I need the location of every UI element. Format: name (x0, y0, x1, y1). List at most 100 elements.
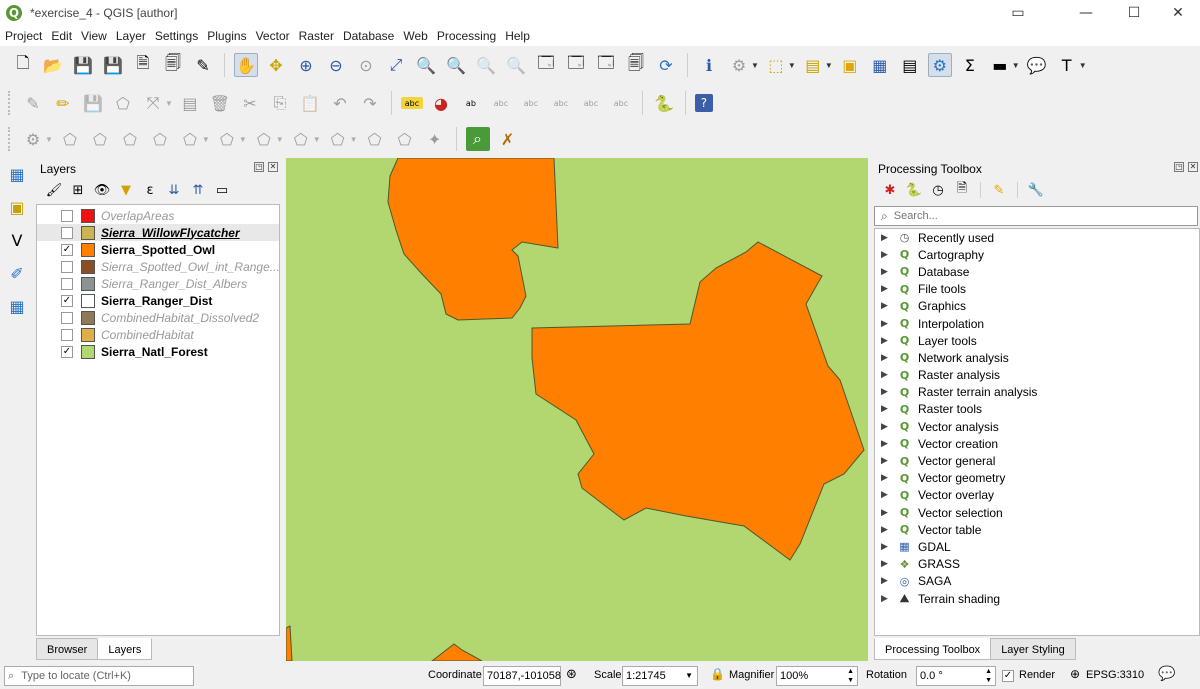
layer-symbol-swatch[interactable] (81, 327, 95, 342)
pan-map-icon[interactable]: ✋ (234, 53, 258, 77)
reverse-line-icon[interactable]: ⬠ (393, 127, 417, 151)
label-toolbar-icon[interactable]: abc (400, 97, 423, 109)
expand-arrow-icon[interactable]: ▶ (881, 370, 888, 380)
expand-arrow-icon[interactable]: ▶ (881, 319, 888, 329)
scale-dropdown-icon[interactable]: ▼ (685, 667, 693, 685)
filter-legend-icon[interactable]: ▼ (117, 181, 135, 199)
tab-processing-toolbox[interactable]: Processing Toolbox (874, 638, 992, 660)
menu-web[interactable]: Web (399, 29, 431, 43)
zoom-out-icon[interactable]: ⊖ (324, 53, 348, 77)
layer-row[interactable]: CombinedHabitat (37, 326, 279, 343)
merge-attributes-icon[interactable]: ⬠ (289, 127, 313, 151)
scripts-icon[interactable]: 🐍 (905, 181, 923, 199)
toolbox-provider-item[interactable]: ▶ Q Interpolation (875, 315, 1199, 332)
toolbox-provider-item[interactable]: ▶ Q Layer tools (875, 332, 1199, 349)
expand-arrow-icon[interactable]: ▶ (881, 542, 888, 552)
layer-row[interactable]: OverlapAreas (37, 207, 279, 224)
menu-raster[interactable]: Raster (295, 29, 338, 43)
layer-symbol-swatch[interactable] (81, 208, 95, 223)
toolbox-provider-item[interactable]: ▶ Q Vector overlay (875, 487, 1199, 504)
expand-arrow-icon[interactable]: ▶ (881, 473, 888, 483)
style-layers-icon[interactable]: 🖌 (45, 181, 63, 199)
expand-all-icon[interactable]: ⇊ (165, 181, 183, 199)
add-vector-layer-icon[interactable]: V (5, 228, 29, 252)
offset-point-symbols-icon[interactable]: ⬠ (363, 127, 387, 151)
offset-curve-icon[interactable]: ⬠ (148, 127, 172, 151)
toolbox-provider-item[interactable]: ▶ Q Vector geometry (875, 470, 1199, 487)
layer-row[interactable]: Sierra_WillowFlycatcher (37, 224, 279, 241)
pan-to-selection-icon[interactable]: ✥ (264, 53, 288, 77)
processing-search[interactable]: ⌕ (874, 206, 1198, 226)
magnifier-spin[interactable]: 100% ▲ ▼ (776, 666, 858, 686)
close-button[interactable]: ✕ (1158, 0, 1198, 26)
highlight-pinned-labels-icon[interactable]: ab (459, 91, 483, 115)
help-contents-icon[interactable]: ? (694, 94, 713, 112)
toolbox-provider-item[interactable]: ▶ Q Vector table (875, 521, 1199, 538)
menu-layer[interactable]: Layer (112, 29, 150, 43)
toolbox-provider-item[interactable]: ▶ Q Network analysis (875, 349, 1199, 366)
coordinate-field[interactable]: 70187,-101058 (483, 666, 561, 686)
toolbox-provider-item[interactable]: ▶ Q Vector analysis (875, 418, 1199, 435)
refresh-icon[interactable]: ⟳ (654, 53, 678, 77)
toolbox-provider-item[interactable]: ▶ Q Vector general (875, 452, 1199, 469)
layer-row[interactable]: Sierra_Ranger_Dist_Albers (37, 275, 279, 292)
add-ring-icon[interactable]: ⚙ (21, 127, 45, 151)
sum-icon[interactable]: Σ (958, 53, 982, 77)
copy-features-icon[interactable]: ⎘ (268, 91, 292, 115)
split-parts-icon[interactable]: ⬠ (215, 127, 239, 151)
layer-symbol-swatch[interactable] (81, 344, 95, 359)
expand-arrow-icon[interactable]: ▶ (881, 387, 888, 397)
layer-row[interactable]: ✓ Sierra_Ranger_Dist (37, 292, 279, 309)
menu-settings[interactable]: Settings (151, 29, 202, 43)
new-map-view-icon[interactable]: 🗔 (534, 53, 558, 77)
layer-row[interactable]: ✓ Sierra_Natl_Forest (37, 343, 279, 360)
cut-features-icon[interactable]: ✂ (238, 91, 262, 115)
new-project-icon[interactable]: 🗋 (11, 53, 35, 77)
save-edits-icon[interactable]: 💾 (81, 91, 105, 115)
toolbox-provider-item[interactable]: ▶ ◎ SAGA (875, 573, 1199, 590)
tab-layer-styling[interactable]: Layer Styling (990, 638, 1076, 660)
menu-vector[interactable]: Vector (252, 29, 294, 43)
expand-arrow-icon[interactable]: ▶ (881, 336, 888, 346)
current-edits-icon[interactable]: ✎ (21, 91, 45, 115)
toolbox-provider-item[interactable]: ▶ ▦ GDAL (875, 538, 1199, 555)
undo-icon[interactable]: ↶ (328, 91, 352, 115)
layer-symbol-swatch[interactable] (81, 225, 95, 240)
results-viewer-icon[interactable]: 🗎 (953, 181, 971, 199)
processing-search-input[interactable] (893, 210, 1184, 222)
toolbox-provider-item[interactable]: ▶ Q Raster terrain analysis (875, 384, 1199, 401)
rotation-spin[interactable]: 0.0 ° ▲ ▼ (916, 666, 996, 686)
expand-arrow-icon[interactable]: ▶ (881, 284, 888, 294)
models-icon[interactable]: ✱ (881, 181, 899, 199)
options-wrench-icon[interactable]: 🔧 (1027, 181, 1045, 199)
toolbox-provider-item[interactable]: ▶ Q Cartography (875, 246, 1199, 263)
rotate-label-icon[interactable]: abc (579, 91, 603, 115)
redo-icon[interactable]: ↷ (358, 91, 382, 115)
georeferencer-icon[interactable]: ✗ (496, 127, 520, 151)
deselect-features-icon[interactable]: ▣ (838, 53, 862, 77)
merge-features-icon[interactable]: ⬠ (252, 127, 276, 151)
select-features-icon[interactable]: ⬚ (764, 53, 788, 77)
change-label-icon[interactable]: abc (609, 91, 633, 115)
add-group-icon[interactable]: ⊞ (69, 181, 87, 199)
zoom-full-icon[interactable]: ⤢ (384, 53, 408, 77)
toolbox-provider-item[interactable]: ▶ Q Raster analysis (875, 367, 1199, 384)
layer-visibility-checkbox[interactable] (61, 226, 73, 239)
layer-row[interactable]: CombinedHabitat_Dissolved2 (37, 309, 279, 326)
expand-arrow-icon[interactable]: ▶ (881, 422, 888, 432)
expand-arrow-icon[interactable]: ▶ (881, 301, 888, 311)
expand-arrow-icon[interactable]: ▶ (881, 404, 888, 414)
menu-edit[interactable]: Edit (47, 29, 76, 43)
statistical-summary-icon[interactable]: ▤ (898, 53, 922, 77)
locator-bar[interactable]: ⌕ Type to locate (Ctrl+K) (4, 666, 194, 686)
menu-view[interactable]: View (77, 29, 111, 43)
menu-project[interactable]: Project (1, 29, 46, 43)
rotate-point-symbols-icon[interactable]: ⬠ (326, 127, 350, 151)
rotation-spin-arrows-icon[interactable]: ▲ ▼ (985, 667, 992, 685)
expand-arrow-icon[interactable]: ▶ (881, 250, 888, 260)
scale-combo[interactable]: 1:21745 ▼ (622, 666, 698, 686)
layer-symbol-swatch[interactable] (81, 310, 95, 325)
add-raster-layer-icon[interactable]: ✐ (5, 261, 29, 285)
map-canvas[interactable] (286, 158, 868, 661)
layer-visibility-checkbox[interactable] (61, 260, 73, 273)
